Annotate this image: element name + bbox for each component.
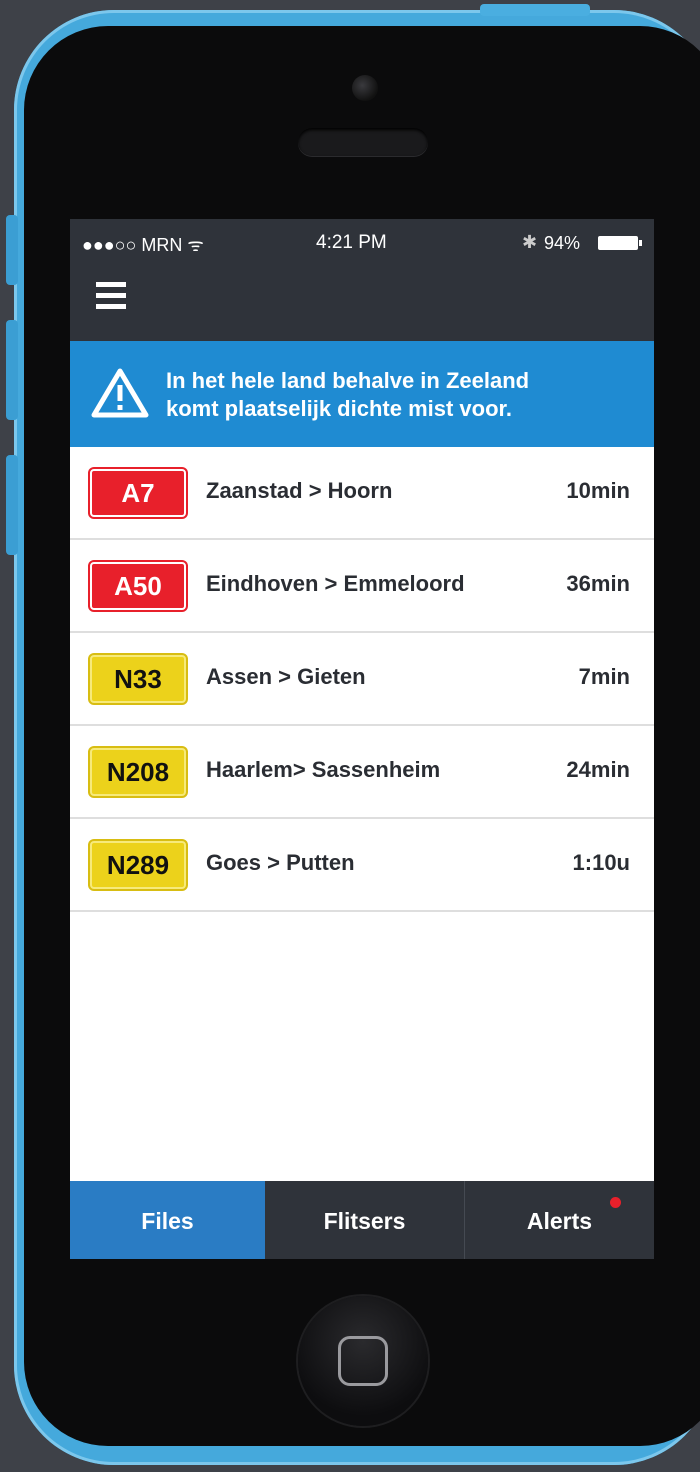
list-item[interactable]: A7 Zaanstad > Hoorn 10min	[70, 447, 654, 540]
list-item[interactable]: N33 Assen > Gieten 7min	[70, 633, 654, 726]
delay-time: 36min	[566, 571, 630, 596]
list-item[interactable]: N208 Haarlem> Sassenheim 24min	[70, 726, 654, 819]
warning-icon	[91, 368, 149, 418]
notification-dot	[610, 1197, 621, 1208]
app-screen: ●●●○○ MRN ᯤ 4:21 PM ✱ 94% In het hele la…	[70, 219, 654, 1259]
volume-down-button	[6, 455, 18, 555]
route-name: Haarlem> Sassenheim	[206, 757, 441, 782]
delay-time: 1:10u	[572, 850, 630, 875]
volume-up-button	[6, 320, 18, 420]
mute-switch	[6, 215, 18, 285]
route-name: Assen > Gieten	[206, 664, 366, 689]
road-badge: N289	[90, 841, 186, 889]
battery-icon	[598, 236, 642, 250]
route-name: Eindhoven > Emmeloord	[206, 571, 465, 596]
alert-message-line2: komt plaatselijk dichte mist voor.	[166, 396, 512, 421]
alert-message: In het hele land behalve in Zeeland komt…	[166, 367, 636, 423]
tab-flitsers[interactable]: Flitsers	[265, 1181, 464, 1259]
menu-icon[interactable]	[96, 282, 126, 312]
delay-time: 24min	[566, 757, 630, 782]
road-badge: N33	[90, 655, 186, 703]
traffic-jam-list: A7 Zaanstad > Hoorn 10min A50 Eindhoven …	[70, 447, 654, 912]
status-bar: ●●●○○ MRN ᯤ 4:21 PM ✱ 94%	[70, 219, 654, 269]
road-badge: A50	[90, 562, 186, 610]
nav-bar	[70, 269, 654, 341]
list-item[interactable]: A50 Eindhoven > Emmeloord 36min	[70, 540, 654, 633]
delay-time: 7min	[578, 664, 630, 689]
bluetooth-icon: ✱	[522, 232, 538, 252]
route-name: Goes > Putten	[206, 850, 355, 875]
delay-time: 10min	[566, 478, 630, 503]
tab-alerts[interactable]: Alerts	[465, 1181, 654, 1259]
status-time: 4:21 PM	[316, 232, 387, 253]
battery-percent: 94%	[544, 233, 581, 253]
home-button-icon	[338, 1336, 388, 1386]
list-item[interactable]: N289 Goes > Putten 1:10u	[70, 819, 654, 912]
road-badge: N208	[90, 748, 186, 796]
carrier-signal: ●●●○○ MRN ᯤ	[82, 235, 204, 255]
tab-bar: Files Flitsers Alerts	[70, 1181, 654, 1259]
road-badge: A7	[90, 469, 186, 517]
route-name: Zaanstad > Hoorn	[206, 478, 393, 503]
earpiece-speaker	[298, 128, 428, 156]
tab-files[interactable]: Files	[70, 1181, 265, 1259]
fog-alert-banner[interactable]: In het hele land behalve in Zeeland komt…	[70, 341, 654, 447]
front-camera	[352, 75, 378, 101]
power-button	[480, 4, 590, 16]
alert-message-line1: In het hele land behalve in Zeeland	[166, 368, 530, 393]
